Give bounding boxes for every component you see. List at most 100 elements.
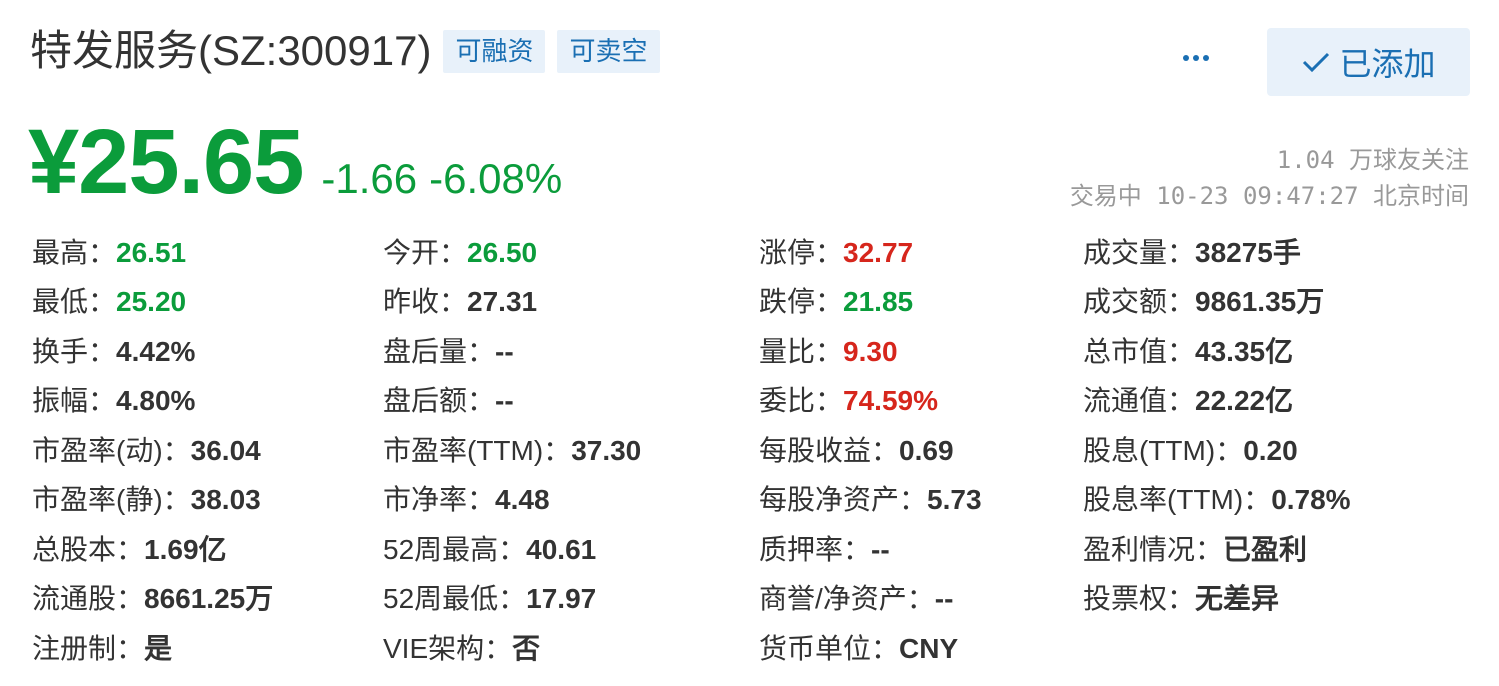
quote-label: 52周最高： bbox=[383, 533, 527, 565]
quote-value: 5.73 bbox=[927, 484, 982, 516]
quote-value: CNY bbox=[899, 632, 959, 664]
added-label: 已添加 bbox=[1339, 46, 1436, 82]
quote-value: 17.97 bbox=[526, 583, 597, 615]
quote-cell: 市盈率(静)：38.03 bbox=[32, 478, 383, 518]
margin-financing-tag[interactable]: 可融资 bbox=[443, 29, 546, 73]
quote-cell: 市净率：4.48 bbox=[383, 478, 759, 518]
quote-cell: 振幅：4.80% bbox=[32, 379, 383, 419]
quote-cell: 量比：9.30 bbox=[759, 330, 1083, 370]
quote-cell: 流通值：22.22亿 bbox=[1083, 379, 1463, 419]
quote-value: 4.48 bbox=[495, 484, 550, 516]
quote-grid: 最高：26.51 今开：26.50 涨停：32.77 成交量：38275手 最低：25.… bbox=[32, 226, 1472, 672]
price-change-percent: -6.08% bbox=[429, 155, 563, 202]
quote-value: 1.69亿 bbox=[144, 533, 227, 565]
quote-value: 27.31 bbox=[467, 286, 538, 318]
quote-label: 流通股： bbox=[32, 583, 145, 615]
quote-cell: 今开：26.50 bbox=[383, 231, 759, 271]
stock-header: 特发服务(SZ:300917) 可融资 可卖空 bbox=[30, 27, 660, 74]
quote-label: 每股净资产： bbox=[759, 484, 928, 516]
quote-label: 投票权： bbox=[1083, 583, 1196, 615]
quote-label: 每股收益： bbox=[759, 434, 900, 466]
quote-cell: 最低：25.20 bbox=[32, 280, 383, 320]
quote-value: 32.77 bbox=[843, 236, 914, 268]
quote-cell: 市盈率(TTM)：37.30 bbox=[383, 429, 759, 469]
quote-value: 无差异 bbox=[1195, 583, 1280, 615]
quote-cell: 52周最低：17.97 bbox=[383, 577, 759, 617]
quote-value: 26.50 bbox=[467, 236, 538, 268]
quote-row: 最高：26.51 今开：26.50 涨停：32.77 成交量：38275手 bbox=[32, 226, 1472, 276]
quote-row: 总股本：1.69亿 52周最高：40.61 质押率：-- 盈利情况：已盈利 bbox=[32, 523, 1472, 573]
quote-cell: 昨收：27.31 bbox=[383, 280, 759, 320]
quote-value: 是 bbox=[144, 632, 173, 664]
stock-title: 特发服务(SZ:300917) bbox=[30, 27, 432, 74]
quote-label: 盘后量： bbox=[383, 335, 496, 367]
quote-cell: 商誉/净资产：-- bbox=[759, 577, 1083, 617]
quote-cell: 质押率：-- bbox=[759, 528, 1083, 568]
quote-value: 9.30 bbox=[843, 335, 898, 367]
quote-value: 74.59% bbox=[843, 385, 938, 417]
quote-label: 成交额： bbox=[1083, 286, 1196, 318]
quote-value: 已盈利 bbox=[1223, 533, 1308, 565]
added-to-watchlist-button[interactable]: 已添加 bbox=[1267, 28, 1470, 96]
trading-status-time: 交易中 10-23 09:47:27 北京时间 bbox=[1069, 182, 1469, 210]
quote-label: 货币单位： bbox=[759, 632, 900, 664]
quote-value: 否 bbox=[512, 632, 541, 664]
quote-value: 38.03 bbox=[190, 484, 261, 516]
quote-value: 36.04 bbox=[190, 434, 261, 466]
quote-label: 换手： bbox=[32, 335, 117, 367]
quote-label: 股息(TTM)： bbox=[1083, 434, 1244, 466]
quote-row: 振幅：4.80% 盘后额：-- 委比：74.59% 流通值：22.22亿 bbox=[32, 375, 1472, 425]
quote-cell: 总市值：43.35亿 bbox=[1083, 330, 1463, 370]
quote-label: 市盈率(动)： bbox=[32, 434, 191, 466]
quote-label: 盈利情况： bbox=[1083, 533, 1224, 565]
quote-label: 总股本： bbox=[32, 533, 145, 565]
quote-value: 4.42% bbox=[116, 335, 196, 367]
quote-row: 市盈率(静)：38.03 市净率：4.48 每股净资产：5.73 股息率(TTM)：0… bbox=[32, 474, 1472, 524]
quote-value: 43.35亿 bbox=[1195, 335, 1294, 367]
more-options-button[interactable] bbox=[1176, 40, 1216, 76]
check-icon bbox=[1303, 52, 1330, 73]
quote-label: 涨停： bbox=[759, 236, 844, 268]
quote-cell: 每股净资产：5.73 bbox=[759, 478, 1083, 518]
quote-cell: 委比：74.59% bbox=[759, 379, 1083, 419]
quote-value: 0.20 bbox=[1243, 434, 1298, 466]
quote-label: 股息率(TTM)： bbox=[1083, 484, 1272, 516]
quote-label: 总市值： bbox=[1083, 335, 1196, 367]
quote-cell: 成交量：38275手 bbox=[1083, 231, 1463, 271]
price-row: ¥25.65 -1.66 -6.08% bbox=[28, 110, 562, 215]
quote-value: 37.30 bbox=[571, 434, 642, 466]
quote-cell: VIE架构：否 bbox=[383, 627, 759, 667]
quote-cell: 涨停：32.77 bbox=[759, 231, 1083, 271]
quote-cell: 成交额：9861.35万 bbox=[1083, 280, 1463, 320]
quote-row: 换手：4.42% 盘后量：-- 量比：9.30 总市值：43.35亿 bbox=[32, 325, 1472, 375]
quote-cell: 流通股：8661.25万 bbox=[32, 577, 383, 617]
quote-value: 0.69 bbox=[899, 434, 954, 466]
quote-value: 25.20 bbox=[116, 286, 187, 318]
quote-cell: 52周最高：40.61 bbox=[383, 528, 759, 568]
quote-row: 最低：25.20 昨收：27.31 跌停：21.85 成交额：9861.35万 bbox=[32, 276, 1472, 326]
quote-label: 量比： bbox=[759, 335, 844, 367]
quote-value: 38275手 bbox=[1195, 236, 1301, 268]
quote-label: 最高： bbox=[32, 236, 117, 268]
quote-cell: 跌停：21.85 bbox=[759, 280, 1083, 320]
quote-cell: 盘后额：-- bbox=[383, 379, 759, 419]
quote-value: -- bbox=[495, 335, 514, 367]
quote-value: 8661.25万 bbox=[144, 583, 274, 615]
quote-label: 流通值： bbox=[1083, 385, 1196, 417]
quote-label: 市净率： bbox=[383, 484, 496, 516]
quote-label: VIE架构： bbox=[383, 632, 513, 664]
quote-value: 26.51 bbox=[116, 236, 187, 268]
price-change: -1.66 bbox=[321, 155, 418, 202]
quote-label: 跌停： bbox=[759, 286, 844, 318]
quote-value: -- bbox=[934, 583, 954, 615]
quote-value: -- bbox=[871, 533, 890, 565]
quote-label: 今开： bbox=[383, 236, 468, 268]
quote-row: 市盈率(动)：36.04 市盈率(TTM)：37.30 每股收益：0.69 股息(TT… bbox=[32, 424, 1472, 474]
quote-label: 盘后额： bbox=[383, 385, 496, 417]
followers-count[interactable]: 1.04 万球友关注 bbox=[1277, 140, 1469, 175]
quote-cell: 盈利情况：已盈利 bbox=[1083, 528, 1463, 568]
short-selling-tag[interactable]: 可卖空 bbox=[557, 29, 660, 73]
quote-label: 注册制： bbox=[32, 632, 145, 664]
quote-cell: 换手：4.42% bbox=[32, 330, 383, 370]
quote-label: 商誉/净资产： bbox=[759, 583, 935, 615]
